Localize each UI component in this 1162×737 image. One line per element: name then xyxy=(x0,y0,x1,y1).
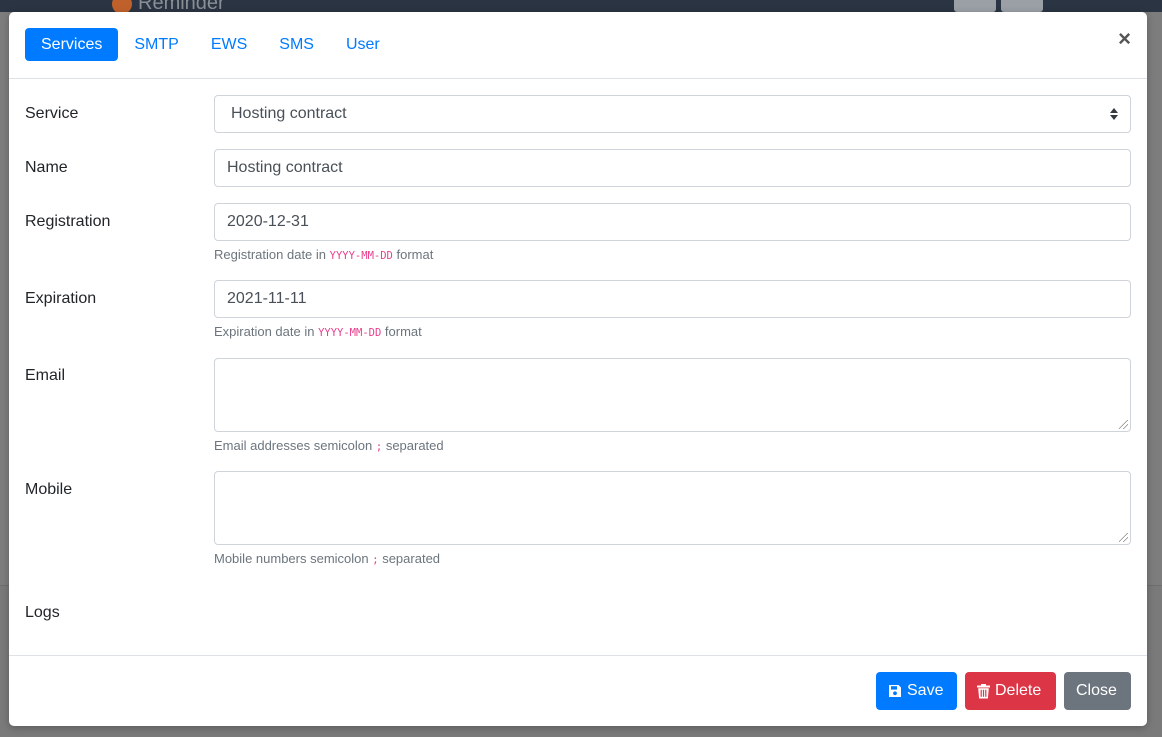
trash-icon xyxy=(977,683,990,698)
service-select[interactable]: Hosting contract xyxy=(214,95,1131,133)
app-brand: Reminder xyxy=(112,0,225,12)
email-label: Email xyxy=(25,367,66,384)
tab-smtp[interactable]: SMTP xyxy=(118,28,194,61)
service-select-value: Hosting contract xyxy=(231,105,347,122)
expiration-input[interactable]: 2021-11-11 xyxy=(214,280,1131,318)
service-label: Service xyxy=(25,105,79,122)
tab-user[interactable]: User xyxy=(330,28,396,61)
email-help: Email addresses semicolon ; separated xyxy=(214,438,444,453)
tab-sms[interactable]: SMS xyxy=(263,28,330,61)
logs-label: Logs xyxy=(25,604,60,621)
mobile-textarea[interactable] xyxy=(214,471,1131,545)
mobile-label: Mobile xyxy=(25,481,73,498)
close-icon[interactable]: × xyxy=(1118,28,1131,50)
select-caret-icon xyxy=(1110,108,1118,120)
background-navbar: Reminder xyxy=(0,0,1162,12)
resize-grip-icon[interactable] xyxy=(1119,533,1128,542)
registration-input[interactable]: 2020-12-31 xyxy=(214,203,1131,241)
service-modal: Services SMTP EWS SMS User × Service Hos… xyxy=(9,12,1147,726)
name-input[interactable]: Hosting contract xyxy=(214,149,1131,187)
tab-ews[interactable]: EWS xyxy=(195,28,263,61)
expiration-help: Expiration date in YYYY-MM-DD format xyxy=(214,324,422,339)
floppy-disk-icon xyxy=(889,685,901,697)
modal-footer: Save Delete Close xyxy=(9,655,1147,726)
resize-grip-icon[interactable] xyxy=(1119,420,1128,429)
expiration-label: Expiration xyxy=(25,290,97,307)
delete-button[interactable]: Delete xyxy=(965,672,1056,710)
name-label: Name xyxy=(25,159,68,176)
settings-button xyxy=(954,0,996,12)
email-textarea[interactable] xyxy=(214,358,1131,432)
registration-label: Registration xyxy=(25,213,111,230)
mobile-help: Mobile numbers semicolon ; separated xyxy=(214,551,441,566)
modal-header: Services SMTP EWS SMS User × xyxy=(9,12,1147,79)
save-button[interactable]: Save xyxy=(876,672,957,710)
close-button[interactable]: Close xyxy=(1064,672,1131,710)
modal-tabs: Services SMTP EWS SMS User xyxy=(25,28,396,61)
tab-services[interactable]: Services xyxy=(25,28,119,61)
app-logo-icon xyxy=(112,0,132,12)
registration-help: Registration date in YYYY-MM-DD format xyxy=(214,247,434,262)
logout-button xyxy=(1001,0,1043,12)
